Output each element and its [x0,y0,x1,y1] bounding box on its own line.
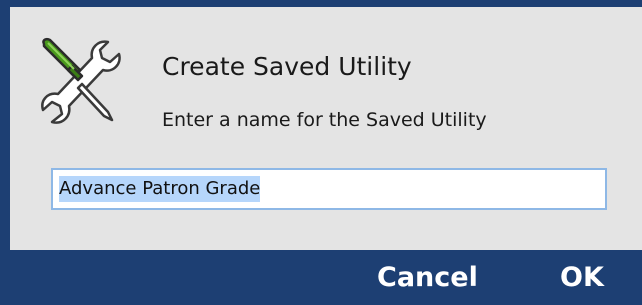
button-bar [0,250,642,305]
utility-name-value: Advance Patron Grade [59,176,261,202]
create-saved-utility-dialog: Create Saved Utility Enter a name for th… [0,0,642,305]
dialog-prompt: Enter a name for the Saved Utility [162,109,487,131]
dialog-title: Create Saved Utility [162,52,412,81]
dialog-top-border [0,0,642,7]
tools-icon [41,37,121,124]
utility-name-input[interactable]: Advance Patron Grade [51,168,607,210]
cancel-button[interactable]: Cancel [377,262,478,293]
ok-button[interactable]: OK [560,262,604,293]
